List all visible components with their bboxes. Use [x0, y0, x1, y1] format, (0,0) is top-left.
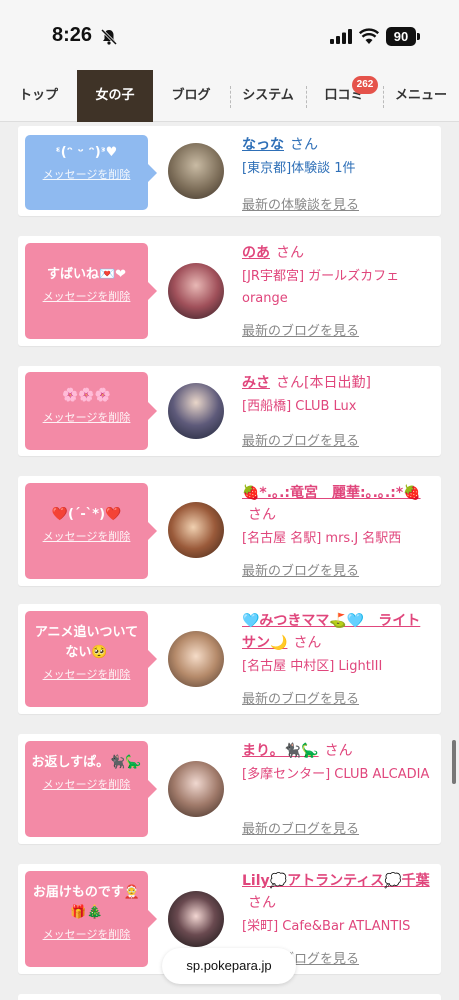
girl-info: みさ さん[本日出勤] [西船橋] CLUB Lux [242, 372, 434, 418]
avatar[interactable] [168, 383, 224, 439]
girl-info: Lily💭アトランティス💭千葉さん [栄町] Cafe&Bar ATLANTIS [242, 870, 434, 938]
honorific: さん [276, 245, 304, 261]
name-line: 🩵みつきママ⛳🩵 ライトサン🌙 さん [242, 610, 434, 654]
message-bubble: ᵋ(ᵔ ᵕ ᵔ)ᵌ♥ メッセージを削除 [25, 135, 157, 210]
name-line: なっな さん [242, 134, 434, 156]
list-item: お返しすぱ。🐈‍⬛🦕 メッセージを削除 まり。🐈‍⬛🦕 さん [多摩センター] C… [18, 734, 441, 844]
avatar[interactable] [168, 891, 224, 947]
girl-info: 🩵みつきママ⛳🩵 ライトサン🌙 さん [名古屋 中村区] LightIII [242, 610, 434, 678]
delete-message-link[interactable]: メッセージを削除 [25, 167, 148, 183]
girl-info: なっな さん [東京都]体験談 1件 [242, 134, 434, 180]
honorific: さん [290, 137, 318, 153]
latest-blog-link[interactable]: 最新のブログを見る [242, 320, 359, 339]
battery-indicator: 90 [386, 27, 416, 46]
status-time: 8:26 [52, 24, 93, 46]
cellular-signal-icon [330, 29, 352, 44]
honorific: さん [248, 895, 276, 911]
delete-message-link[interactable]: メッセージを削除 [25, 927, 148, 943]
message-bubble: 🌸🌸🌸 メッセージを削除 [25, 372, 157, 450]
tab-girls[interactable]: 女の子 [77, 70, 153, 122]
latest-blog-link[interactable]: 最新のブログを見る [242, 818, 359, 837]
name-line: まり。🐈‍⬛🦕 さん [242, 740, 434, 762]
girl-info: 🍓*.｡.:竜宮 麗華:｡.｡.:*🍓 さん [名古屋 名駅] mrs.J 名駅西 [242, 482, 434, 550]
honorific: さん [324, 743, 353, 759]
message-text: ❤️(´-`*)❤️ [51, 507, 122, 522]
shop-info: [西船橋] CLUB Lux [242, 399, 357, 414]
avatar[interactable] [168, 761, 224, 817]
shop-info: [多摩センター] CLUB ALCADIA [242, 767, 430, 782]
work-status: [本日出勤] [304, 375, 371, 391]
girl-name-link[interactable]: のあ [242, 245, 270, 261]
girl-name-link[interactable]: なっな [242, 137, 284, 153]
latest-review-link[interactable]: 最新の体験談を見る [242, 194, 359, 213]
message-text: 🌸🌸🌸 [62, 388, 111, 403]
message-text: お届けものです🤶🎁🎄 [32, 885, 141, 920]
tab-menu[interactable]: メニュー [383, 70, 459, 122]
list-item: ❤️(´-`*)❤️ メッセージを削除 🍓*.｡.:竜宮 麗華:｡.｡.:*🍓 さ… [18, 476, 441, 586]
avatar[interactable] [168, 143, 224, 199]
honorific: さん [276, 375, 304, 391]
honorific: さん [248, 507, 276, 523]
name-line: 🍓*.｡.:竜宮 麗華:｡.｡.:*🍓 さん [242, 482, 434, 526]
tab-system[interactable]: システム [230, 70, 306, 122]
message-text: アニメ追いついてない🥺 [34, 625, 139, 660]
bell-off-icon [100, 28, 118, 46]
message-text: すばいね💌❤ [46, 267, 127, 282]
girl-name-link[interactable]: まり。🐈‍⬛🦕 [242, 743, 319, 759]
message-bubble: ❤️(´-`*)❤️ メッセージを削除 [25, 483, 157, 579]
wifi-icon [359, 28, 379, 44]
latest-blog-link[interactable]: 最新のブログを見る [242, 688, 359, 707]
girl-name-link[interactable]: Lily💭アトランティス💭千葉 [242, 873, 430, 889]
message-bubble: アニメ追いついてない🥺 メッセージを削除 [25, 611, 157, 707]
girl-name-link[interactable]: 🍓*.｡.:竜宮 麗華:｡.｡.:*🍓 [242, 485, 421, 501]
message-bubble: お返しすぱ。🐈‍⬛🦕 メッセージを削除 [25, 741, 157, 837]
latest-blog-link[interactable]: 最新のブログを見る [242, 560, 359, 579]
girl-name-link[interactable]: 🩵みつきママ⛳🩵 ライトサン🌙 [242, 613, 420, 651]
list-item: アニメ追いついてない🥺 メッセージを削除 🩵みつきママ⛳🩵 ライトサン🌙 さん [… [18, 604, 441, 714]
name-line: のあ さん [242, 242, 434, 264]
delete-message-link[interactable]: メッセージを削除 [25, 529, 148, 545]
honorific: さん [293, 635, 322, 651]
list-item: ᵋ(ᵔ ᵕ ᵔ)ᵌ♥ メッセージを削除 なっな さん [東京都]体験談 1件 最新… [18, 126, 441, 216]
avatar[interactable] [168, 631, 224, 687]
shop-info: [東京都]体験談 1件 [242, 161, 356, 176]
name-line: Lily💭アトランティス💭千葉さん [242, 870, 434, 914]
shop-info: [栄町] Cafe&Bar ATLANTIS [242, 919, 411, 934]
battery-tip [417, 33, 420, 40]
shop-info: [JR宇都宮] ガールズカフェorange [242, 269, 400, 306]
name-line: みさ さん[本日出勤] [242, 372, 434, 394]
delete-message-link[interactable]: メッセージを削除 [25, 289, 148, 305]
list-item [18, 994, 441, 1000]
shop-info: [名古屋 名駅] mrs.J 名駅西 [242, 531, 402, 546]
list-item: すばいね💌❤ メッセージを削除 のあ さん [JR宇都宮] ガールズカフェoran… [18, 236, 441, 346]
delete-message-link[interactable]: メッセージを削除 [25, 777, 148, 793]
tab-blog[interactable]: ブログ [153, 70, 229, 122]
avatar[interactable] [168, 502, 224, 558]
delete-message-link[interactable]: メッセージを削除 [25, 667, 148, 683]
reviews-count-badge: 262 [352, 76, 378, 94]
shop-info: [名古屋 中村区] LightIII [242, 659, 383, 674]
list-item: 🌸🌸🌸 メッセージを削除 みさ さん[本日出勤] [西船橋] CLUB Lux 最… [18, 366, 441, 456]
status-bar: 8:26 90 [0, 0, 459, 70]
latest-blog-link[interactable]: 最新のブログを見る [242, 430, 359, 449]
girl-info: のあ さん [JR宇都宮] ガールズカフェorange [242, 242, 434, 310]
tab-top[interactable]: トップ [0, 70, 77, 122]
message-text: お返しすぱ。🐈‍⬛🦕 [31, 755, 142, 770]
avatar[interactable] [168, 263, 224, 319]
main-nav: トップ 女の子 ブログ システム 口コミ 262 メニュー [0, 70, 459, 122]
girl-name-link[interactable]: みさ [242, 375, 270, 391]
message-bubble: お届けものです🤶🎁🎄 メッセージを削除 [25, 871, 157, 967]
girl-info: まり。🐈‍⬛🦕 さん [多摩センター] CLUB ALCADIA [242, 740, 434, 786]
girls-message-list: ᵋ(ᵔ ᵕ ᵔ)ᵌ♥ メッセージを削除 なっな さん [東京都]体験談 1件 最新… [0, 122, 459, 1000]
browser-url-bar[interactable]: sp.pokepara.jp [162, 948, 296, 984]
message-text: ᵋ(ᵔ ᵕ ᵔ)ᵌ♥ [55, 145, 118, 160]
message-bubble: すばいね💌❤ メッセージを削除 [25, 243, 157, 339]
scrollbar[interactable] [452, 740, 456, 784]
delete-message-link[interactable]: メッセージを削除 [25, 410, 148, 426]
